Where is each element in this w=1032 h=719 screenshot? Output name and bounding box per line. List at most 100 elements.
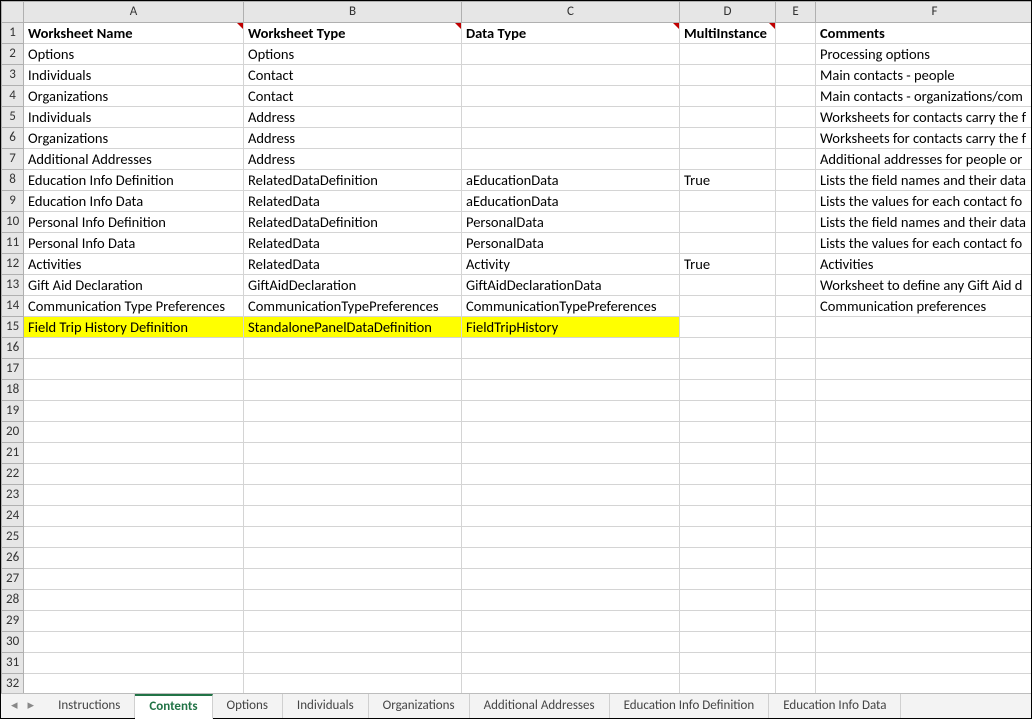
cell[interactable] <box>462 443 680 464</box>
cell[interactable] <box>244 380 462 401</box>
row-header[interactable]: 2 <box>2 44 24 65</box>
sheet-tab[interactable]: Contents <box>135 694 212 719</box>
cell[interactable]: Worksheet Name <box>24 23 244 44</box>
cell[interactable] <box>680 464 776 485</box>
cell[interactable] <box>680 590 776 611</box>
row-header[interactable]: 11 <box>2 233 24 254</box>
column-header[interactable]: A <box>24 2 244 23</box>
row-header[interactable]: 23 <box>2 485 24 506</box>
cell[interactable] <box>462 674 680 693</box>
cell[interactable]: Communication Type Preferences <box>24 296 244 317</box>
row-header[interactable]: 17 <box>2 359 24 380</box>
cell[interactable] <box>244 527 462 548</box>
cell[interactable] <box>680 359 776 380</box>
sheet-tab[interactable]: Individuals <box>283 694 369 718</box>
cell[interactable] <box>244 674 462 693</box>
cell[interactable]: CommunicationTypePreferences <box>244 296 462 317</box>
cell[interactable] <box>24 464 244 485</box>
cell[interactable] <box>776 359 816 380</box>
cell[interactable] <box>816 611 1032 632</box>
row-header[interactable]: 26 <box>2 548 24 569</box>
cell[interactable] <box>24 653 244 674</box>
cell[interactable]: RelatedDataDefinition <box>244 212 462 233</box>
cell[interactable] <box>680 485 776 506</box>
cell[interactable]: Organizations <box>24 86 244 107</box>
cell[interactable] <box>462 359 680 380</box>
cell[interactable] <box>462 44 680 65</box>
cell[interactable]: RelatedDataDefinition <box>244 170 462 191</box>
cell[interactable] <box>816 422 1032 443</box>
row-header[interactable]: 28 <box>2 590 24 611</box>
cell[interactable] <box>680 611 776 632</box>
cell[interactable]: Data Type <box>462 23 680 44</box>
cell[interactable]: StandalonePanelDataDefinition <box>244 317 462 338</box>
cell[interactable] <box>462 65 680 86</box>
cell[interactable] <box>680 338 776 359</box>
cell[interactable]: Lists the field names and their data <box>816 170 1032 191</box>
cell[interactable]: Personal Info Definition <box>24 212 244 233</box>
cell[interactable] <box>244 548 462 569</box>
cell[interactable] <box>680 632 776 653</box>
row-header[interactable]: 13 <box>2 275 24 296</box>
cell[interactable]: Individuals <box>24 107 244 128</box>
cell[interactable] <box>776 212 816 233</box>
row-header[interactable]: 14 <box>2 296 24 317</box>
cell[interactable]: Contact <box>244 86 462 107</box>
row-header[interactable]: 20 <box>2 422 24 443</box>
cell[interactable] <box>680 380 776 401</box>
cell[interactable] <box>776 149 816 170</box>
cell[interactable]: Lists the values for each contact fo <box>816 233 1032 254</box>
cell[interactable] <box>24 611 244 632</box>
sheet-tab[interactable]: Organizations <box>369 694 470 718</box>
row-header[interactable]: 30 <box>2 632 24 653</box>
cell[interactable] <box>244 359 462 380</box>
cell[interactable] <box>776 170 816 191</box>
cell[interactable]: Additional addresses for people or <box>816 149 1032 170</box>
cell[interactable] <box>462 149 680 170</box>
cell[interactable] <box>462 128 680 149</box>
cell[interactable] <box>816 632 1032 653</box>
cell[interactable] <box>462 485 680 506</box>
cell[interactable] <box>816 674 1032 693</box>
cell[interactable]: Field Trip History Definition <box>24 317 244 338</box>
column-header[interactable]: F <box>816 2 1032 23</box>
sheet-tab[interactable]: Options <box>213 694 283 718</box>
cell[interactable]: aEducationData <box>462 191 680 212</box>
cell[interactable]: CommunicationTypePreferences <box>462 296 680 317</box>
cell[interactable]: Options <box>244 44 462 65</box>
cell[interactable]: Processing options <box>816 44 1032 65</box>
row-header[interactable]: 1 <box>2 23 24 44</box>
cell[interactable] <box>776 233 816 254</box>
cell[interactable] <box>462 653 680 674</box>
cell[interactable]: Activities <box>24 254 244 275</box>
cell[interactable]: Worksheets for contacts carry the f <box>816 128 1032 149</box>
cell[interactable] <box>680 653 776 674</box>
cell[interactable]: PersonalData <box>462 212 680 233</box>
row-header[interactable]: 24 <box>2 506 24 527</box>
row-header[interactable]: 21 <box>2 443 24 464</box>
cell[interactable] <box>776 254 816 275</box>
row-header[interactable]: 18 <box>2 380 24 401</box>
cell[interactable]: Activities <box>816 254 1032 275</box>
cell[interactable] <box>776 65 816 86</box>
cell[interactable] <box>462 380 680 401</box>
cell[interactable] <box>680 506 776 527</box>
cell[interactable]: Comments <box>816 23 1032 44</box>
cell[interactable] <box>24 359 244 380</box>
cell[interactable] <box>24 443 244 464</box>
cell[interactable]: GiftAidDeclaration <box>244 275 462 296</box>
cell[interactable] <box>776 86 816 107</box>
column-header[interactable]: E <box>776 2 816 23</box>
row-header[interactable]: 4 <box>2 86 24 107</box>
cell[interactable] <box>816 653 1032 674</box>
spreadsheet-grid[interactable]: ABCDEF 1Worksheet NameWorksheet TypeData… <box>1 1 1031 693</box>
cell[interactable] <box>816 590 1032 611</box>
cell[interactable] <box>24 674 244 693</box>
cell[interactable] <box>680 422 776 443</box>
cell[interactable] <box>462 590 680 611</box>
row-header[interactable]: 3 <box>2 65 24 86</box>
cell[interactable] <box>244 611 462 632</box>
cell[interactable] <box>816 443 1032 464</box>
cell[interactable] <box>776 590 816 611</box>
cell[interactable] <box>776 443 816 464</box>
